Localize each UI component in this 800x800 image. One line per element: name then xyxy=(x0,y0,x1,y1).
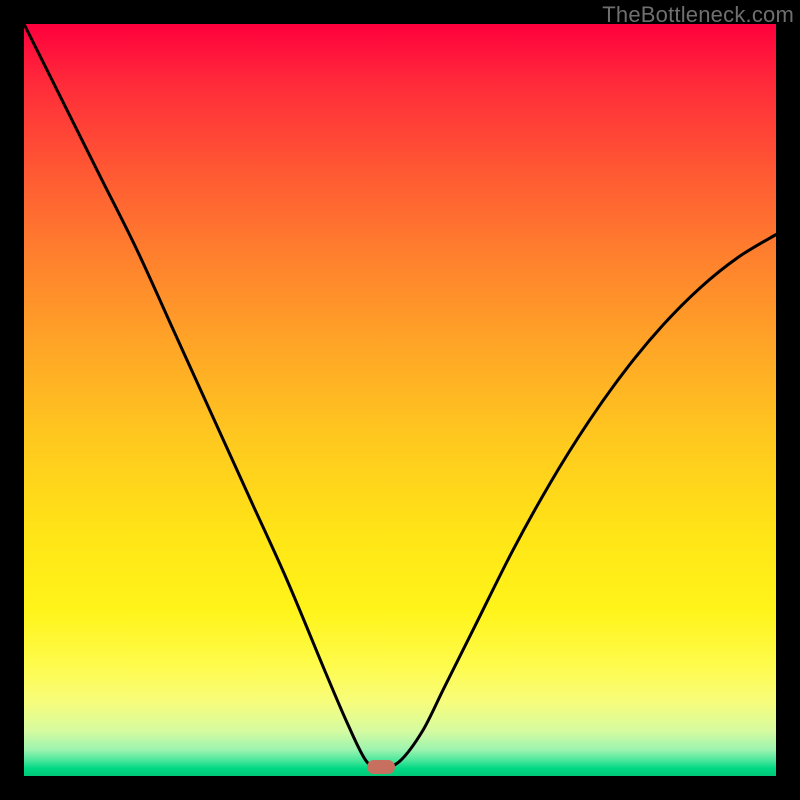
bottleneck-curve xyxy=(24,24,776,776)
curve-path xyxy=(24,24,776,769)
minimum-marker xyxy=(367,760,395,774)
plot-area xyxy=(24,24,776,776)
chart-frame: TheBottleneck.com xyxy=(0,0,800,800)
